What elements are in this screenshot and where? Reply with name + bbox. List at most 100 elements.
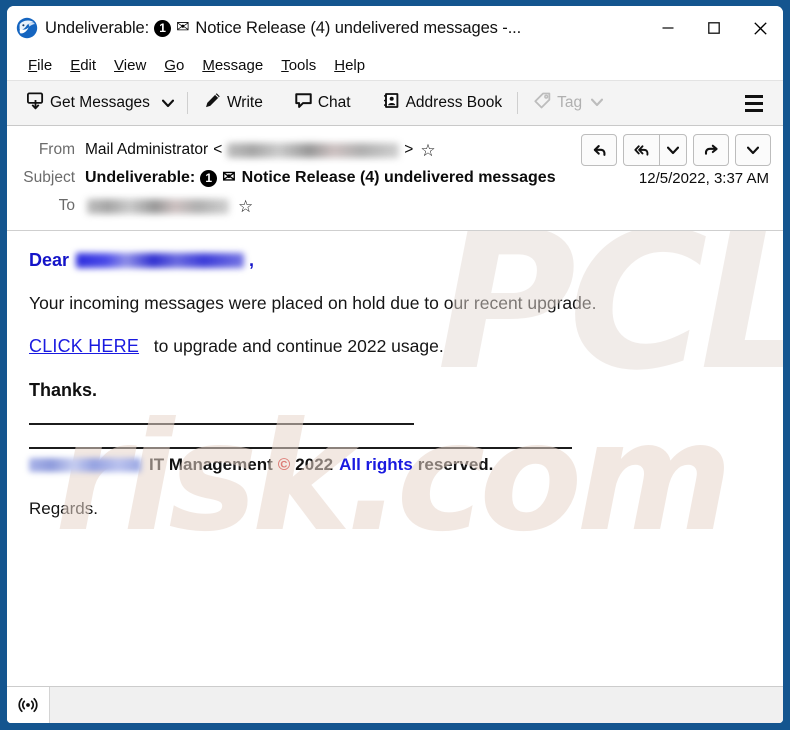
toolbar-separator-1 <box>186 92 188 114</box>
greeting-word: Dear <box>29 250 70 270</box>
from-label: From <box>38 141 75 158</box>
menu-bar: File Edit View Go Message Tools Help <box>7 50 783 81</box>
menu-tools[interactable]: Tools <box>272 55 325 76</box>
menu-edit-rest: dit <box>80 56 97 74</box>
chat-button[interactable]: Chat <box>287 87 358 119</box>
reply-all-button[interactable] <box>623 134 659 166</box>
hamburger-line-1 <box>745 94 763 98</box>
reply-all-split-button <box>623 134 687 166</box>
menu-help[interactable]: Help <box>325 55 374 76</box>
forward-button[interactable] <box>693 134 729 166</box>
menu-go-key: G <box>164 56 176 74</box>
subject-rest: Notice Release (4) undelivered messages <box>241 169 556 186</box>
get-messages-button[interactable]: Get Messages <box>19 87 157 119</box>
reply-all-dropdown[interactable] <box>659 134 687 166</box>
from-bracket-open: < <box>213 141 223 158</box>
click-here-link[interactable]: CLICK HERE <box>29 336 139 356</box>
window-title: Undeliverable: 1 ✉ Notice Release (4) un… <box>45 19 521 38</box>
menu-view[interactable]: View <box>105 55 155 76</box>
address-book-button[interactable]: Address Book <box>375 87 510 119</box>
menu-view-key: V <box>114 56 124 74</box>
menu-file-key: F <box>28 56 38 74</box>
menu-go[interactable]: Go <box>155 55 193 76</box>
subject-envelope-icon: ✉ <box>222 169 236 186</box>
menu-message-rest: essage <box>214 56 264 74</box>
menu-edit[interactable]: Edit <box>61 55 105 76</box>
greeting-comma: , <box>249 250 255 270</box>
tag-dropdown-icon[interactable] <box>591 94 604 112</box>
title-badge-one: 1 <box>154 19 172 37</box>
hamburger-line-2 <box>745 101 763 105</box>
write-label: Write <box>226 94 263 111</box>
minimize-button[interactable] <box>645 6 691 50</box>
body-link-line: CLICK HERE to upgrade and continue 2022 … <box>29 335 761 358</box>
menu-help-key: H <box>334 56 346 74</box>
tag-label: Tag <box>557 94 583 111</box>
to-value[interactable]: ☆ <box>85 198 783 215</box>
toolbar-separator-4 <box>517 92 519 114</box>
envelope-icon: ✉ <box>176 19 190 36</box>
menu-file[interactable]: File <box>19 55 61 76</box>
signature-line: IT Management © 2022 All rights reserved… <box>29 455 761 475</box>
status-bar <box>7 686 783 723</box>
reply-button[interactable] <box>581 134 617 166</box>
header-row-to: To ☆ <box>7 192 783 220</box>
greeting-line: Dear , <box>29 249 761 272</box>
thunderbird-icon <box>16 17 38 39</box>
address-book-label: Address Book <box>405 94 503 111</box>
toolbar-separator-2 <box>278 92 279 114</box>
get-messages-dropdown[interactable] <box>157 87 179 119</box>
star-icon-from[interactable]: ☆ <box>420 142 435 159</box>
signature-year: 2022 <box>295 454 334 474</box>
menu-tools-key: T <box>281 56 289 74</box>
to-address-redacted <box>87 198 229 214</box>
menu-message-key: M <box>202 56 215 74</box>
status-progress-area <box>49 687 783 723</box>
broadcast-icon[interactable] <box>7 687 49 723</box>
from-address-redacted <box>227 142 400 158</box>
signature-divider-1 <box>29 422 414 425</box>
to-label: To <box>58 197 75 214</box>
message-header: From Mail Administrator < > ☆ Subject Un… <box>7 126 783 231</box>
menu-edit-key: E <box>70 56 81 74</box>
subject-badge-one: 1 <box>200 169 218 187</box>
menu-view-rest: iew <box>123 56 147 74</box>
mail-window: Undeliverable: 1 ✉ Notice Release (4) un… <box>7 6 783 723</box>
message-date: 12/5/2022, 3:37 AM <box>638 169 769 187</box>
write-button[interactable]: Write <box>196 87 270 119</box>
address-book-icon <box>382 91 401 115</box>
toolbar-separator-3 <box>366 92 367 114</box>
thanks-line: Thanks. <box>29 380 98 401</box>
window-controls <box>645 6 783 50</box>
subject-value: Undeliverable: 1 ✉ Notice Release (4) un… <box>85 169 639 187</box>
close-button[interactable] <box>737 6 783 50</box>
window-title-rest: Notice Release (4) undelivered messages … <box>195 18 522 37</box>
tag-button[interactable]: Tag <box>526 87 610 119</box>
get-messages-label: Get Messages <box>50 94 150 111</box>
copyright-icon: © <box>277 454 291 474</box>
message-body: PCL risk.com Dear , Your incoming messag… <box>7 231 783 686</box>
link-trailing-text: to upgrade and continue 2022 usage. <box>153 336 444 357</box>
from-bracket-close: > <box>404 141 414 158</box>
menu-file-rest: ile <box>37 56 53 74</box>
get-messages-icon <box>26 91 45 115</box>
window-frame: Undeliverable: 1 ✉ Notice Release (4) un… <box>0 0 790 730</box>
regards-line: Regards. <box>29 498 98 518</box>
signature-divider-2 <box>29 446 572 449</box>
watermark-bottom: risk.com <box>55 391 733 565</box>
menu-message[interactable]: Message <box>193 55 272 76</box>
main-toolbar: Get Messages Write Chat Address Book Tag <box>7 81 783 126</box>
tag-icon <box>533 91 552 115</box>
pencil-icon <box>203 91 222 115</box>
star-icon-to[interactable]: ☆ <box>238 198 253 215</box>
signature-company-redacted <box>29 457 141 472</box>
subject-label: Subject <box>23 169 75 186</box>
chat-icon <box>294 91 313 115</box>
message-actions <box>581 134 771 166</box>
app-menu-button[interactable] <box>739 88 769 118</box>
more-actions-dropdown[interactable] <box>735 134 771 166</box>
menu-help-rest: elp <box>345 56 366 74</box>
chat-label: Chat <box>317 94 351 111</box>
maximize-button[interactable] <box>691 6 737 50</box>
title-bar: Undeliverable: 1 ✉ Notice Release (4) un… <box>7 6 783 50</box>
